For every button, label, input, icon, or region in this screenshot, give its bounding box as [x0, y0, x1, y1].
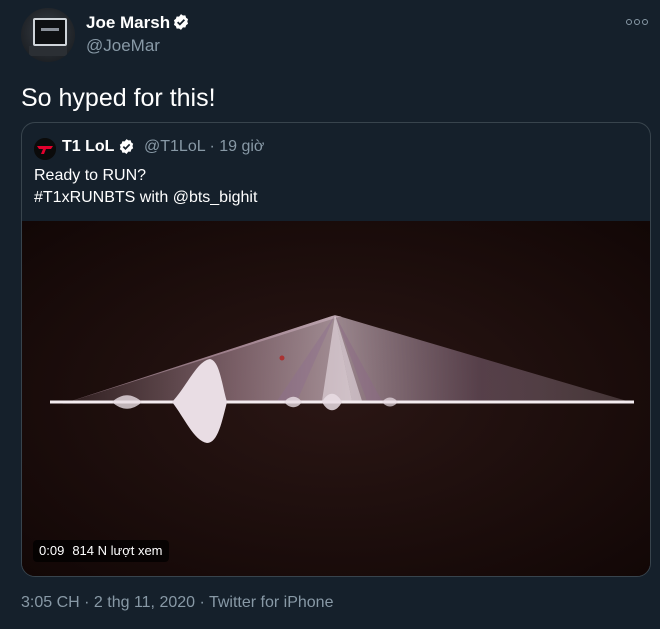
tweet-text: So hyped for this!: [21, 84, 216, 112]
tweet-timestamp-source[interactable]: 3:05 CH · 2 thg 11, 2020 · Twitter for i…: [21, 594, 333, 612]
video-duration: 0:09: [39, 543, 65, 558]
tv-avatar-icon: [33, 18, 67, 46]
quoted-text-line-2[interactable]: #T1xRUNBTS with @bts_bighit: [34, 189, 257, 207]
t1-logo-icon: [34, 138, 56, 160]
verified-badge-icon: [119, 139, 134, 154]
quoted-tweet[interactable]: T1 LoL @T1LoL · 19 giờ Ready to RUN? #T1…: [21, 122, 651, 577]
quoted-text-line-1: Ready to RUN?: [34, 167, 147, 184]
quoted-author-avatar[interactable]: [34, 138, 56, 160]
author-display-name[interactable]: Joe Marsh: [86, 13, 170, 33]
video-frame-waveform: [22, 221, 650, 576]
author-handle[interactable]: @JoeMar: [86, 36, 160, 56]
video-player[interactable]: 0:09 814 N lượt xem: [22, 221, 650, 576]
ellipsis-icon[interactable]: [626, 12, 654, 28]
quoted-handle-time[interactable]: @T1LoL · 19 giờ: [144, 138, 264, 156]
author-avatar[interactable]: [21, 8, 75, 62]
video-view-count: 814 N lượt xem: [72, 543, 163, 558]
quoted-author-name[interactable]: T1 LoL: [62, 138, 114, 156]
tweet: Joe Marsh @JoeMar So hyped for this! T1 …: [0, 0, 660, 629]
video-info-badge: 0:09 814 N lượt xem: [33, 540, 169, 562]
verified-badge-icon: [173, 14, 189, 30]
